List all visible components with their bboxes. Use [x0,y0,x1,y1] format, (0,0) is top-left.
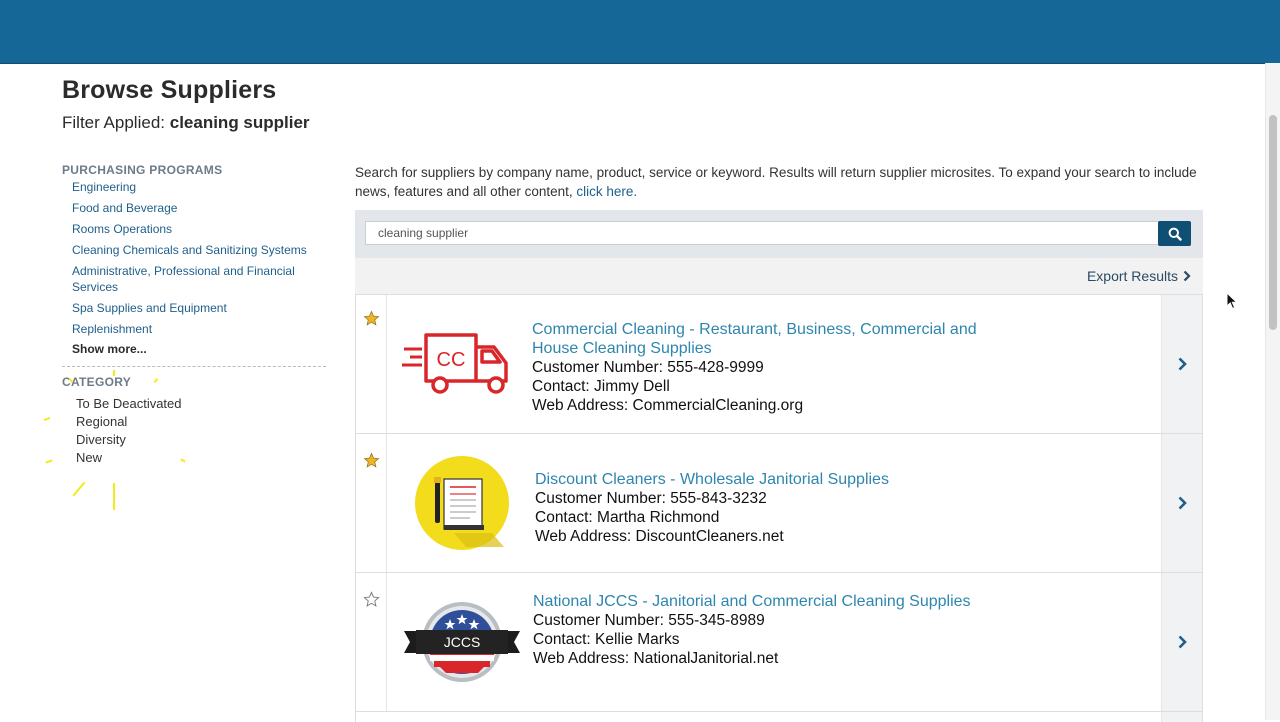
supplier-title-link[interactable]: Discount Cleaners - Wholesale Janitorial… [535,470,995,489]
chevron-right-icon [1183,270,1191,282]
program-item-administrative[interactable]: Administrative, Professional and Financi… [72,263,326,295]
chevron-right-icon [1178,357,1187,371]
supplier-logo-truck: CC [392,295,532,433]
logo-text: JCCS [444,634,481,650]
result-row-partial [355,712,1203,722]
search-icon [1168,227,1182,241]
purchasing-programs-list: Engineering Food and Beverage Rooms Oper… [62,179,326,337]
favorite-column [356,573,387,711]
contact: Contact: Jimmy Dell [532,378,670,395]
web-address: Web Address: CommercialCleaning.org [532,397,804,414]
program-item-cleaning-chemicals[interactable]: Cleaning Chemicals and Sanitizing System… [72,242,326,258]
category-item-to-be-deactivated[interactable]: To Be Deactivated [76,395,326,413]
result-row: JCCS National JCCS - Janitorial and Comm… [355,573,1203,712]
open-result-button[interactable] [1161,712,1202,722]
category-heading: CATEGORY [62,375,132,389]
purchasing-programs-heading: PURCHASING PROGRAMS [62,163,223,177]
chevron-right-icon [1178,496,1187,510]
result-info: National JCCS - Janitorial and Commercia… [533,592,993,668]
program-item-engineering[interactable]: Engineering [72,179,326,195]
customer-number: Customer Number: 555-428-9999 [532,359,764,376]
contact: Contact: Kellie Marks [533,631,680,648]
open-result-button[interactable] [1161,573,1202,711]
badge-icon: JCCS [404,602,520,682]
export-bar: Export Results [355,258,1203,295]
search-instructions: Search for suppliers by company name, pr… [355,163,1205,201]
export-results-label: Export Results [1086,268,1178,284]
program-item-replenishment[interactable]: Replenishment [72,321,326,337]
web-address: Web Address: NationalJanitorial.net [533,650,779,667]
web-address: Web Address: DiscountCleaners.net [535,528,784,545]
page-scrollbar[interactable] [1265,63,1280,720]
category-list: To Be Deactivated Regional Diversity New [62,395,326,467]
favorite-column [356,295,387,433]
supplier-title-link[interactable]: National JCCS - Janitorial and Commercia… [533,592,993,611]
filter-applied: Filter Applied: cleaning supplier [62,113,310,133]
category-item-regional[interactable]: Regional [76,413,326,431]
search-button[interactable] [1158,221,1191,246]
favorite-column [356,434,387,572]
result-info: Commercial Cleaning - Restaurant, Busine… [532,320,992,415]
click-here-link[interactable]: click here. [576,184,637,199]
open-result-button[interactable] [1161,434,1202,572]
truck-icon: CC [402,333,508,394]
program-item-rooms-operations[interactable]: Rooms Operations [72,221,326,237]
result-row: CC Commercial Cleaning - Restaurant, Bus… [355,295,1203,434]
supplier-title-link[interactable]: Commercial Cleaning - Restaurant, Busine… [532,320,992,358]
filter-label: Filter Applied: [62,113,165,132]
top-header-bar [0,0,1280,64]
filter-value: cleaning supplier [169,113,310,132]
result-row: Discount Cleaners - Wholesale Janitorial… [355,434,1203,573]
show-more-link[interactable]: Show more... [62,342,326,356]
search-input[interactable] [365,221,1159,245]
scrollbar-thumb[interactable] [1269,115,1277,330]
sidebar: PURCHASING PROGRAMS Engineering Food and… [62,163,326,467]
customer-number: Customer Number: 555-345-8989 [533,612,765,629]
contact: Contact: Martha Richmond [535,509,720,526]
page-title: Browse Suppliers [62,76,277,104]
open-result-button[interactable] [1161,295,1202,433]
program-item-food-and-beverage[interactable]: Food and Beverage [72,200,326,216]
logo-text: CC [437,349,466,371]
category-item-new[interactable]: New [76,449,326,467]
program-item-spa-supplies[interactable]: Spa Supplies and Equipment [72,300,326,316]
export-results-button[interactable]: Export Results [1087,268,1191,284]
star-filled-icon[interactable] [363,452,380,469]
results-list: CC Commercial Cleaning - Restaurant, Bus… [355,295,1203,722]
star-filled-icon[interactable] [363,310,380,327]
supplier-logo-badge: JCCS [392,573,532,711]
star-outline-icon[interactable] [363,591,380,608]
search-bar [355,210,1203,258]
category-item-diversity[interactable]: Diversity [76,431,326,449]
customer-number: Customer Number: 555-843-3232 [535,490,767,507]
chevron-right-icon [1178,635,1187,649]
document-icon [415,456,509,550]
instructions-text: Search for suppliers by company name, pr… [355,165,1197,199]
sidebar-divider [62,366,326,367]
mouse-cursor-icon [1226,292,1238,310]
result-info: Discount Cleaners - Wholesale Janitorial… [535,470,995,546]
supplier-logo-clipboard [392,434,532,572]
